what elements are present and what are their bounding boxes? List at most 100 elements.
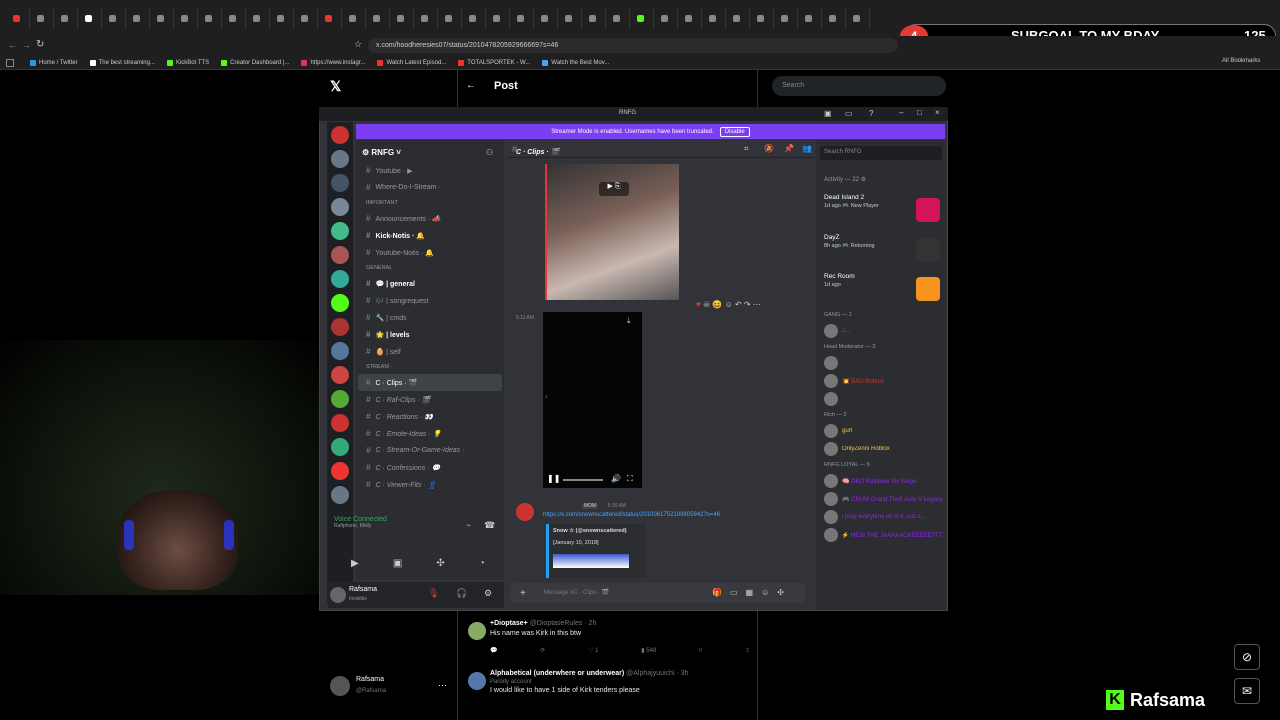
skull-reaction-icon[interactable]: ☠ xyxy=(703,300,710,309)
back-arrow-icon[interactable]: ← xyxy=(8,40,17,50)
member-item[interactable]: Z... xyxy=(824,322,944,340)
server-icon[interactable] xyxy=(331,246,349,264)
channel-item[interactable]: # 💬 | general xyxy=(358,275,502,292)
server-icon[interactable] xyxy=(331,294,349,312)
reply-tweet[interactable]: +Dioptase+ @DioptaseRules · 2h His name … xyxy=(458,620,756,640)
browser-tab[interactable] xyxy=(342,7,366,29)
browser-tab[interactable] xyxy=(222,7,246,29)
server-icon[interactable] xyxy=(331,126,349,144)
server-icon[interactable] xyxy=(331,366,349,384)
screen-share-icon[interactable]: ▣ xyxy=(393,558,402,569)
laugh-reaction-icon[interactable]: 😆 xyxy=(712,300,722,309)
browser-tab[interactable] xyxy=(150,7,174,29)
server-icon[interactable] xyxy=(331,174,349,192)
volume-icon[interactable]: 🔊 xyxy=(611,474,621,483)
server-icon[interactable] xyxy=(331,342,349,360)
maximize-icon[interactable]: □ xyxy=(917,108,922,117)
reply-icon[interactable]: ↶ xyxy=(735,300,742,309)
channel-category[interactable]: GENERAL · xyxy=(358,261,502,275)
server-icon[interactable] xyxy=(331,150,349,168)
channel-item[interactable]: # Kick-Notis · 🔔 xyxy=(358,227,502,244)
browser-tab[interactable] xyxy=(102,7,126,29)
browser-tab[interactable] xyxy=(510,7,534,29)
browser-tab[interactable] xyxy=(390,7,414,29)
member-item[interactable]: ⚡ HESI THE JAAAAACKEEEEETTTT xyxy=(824,526,944,544)
link-embed[interactable]: Snow ☆ (@snownscattered) [January 10, 20… xyxy=(546,524,646,578)
gif-icon[interactable]: ▭ xyxy=(730,588,738,597)
browser-tab[interactable] xyxy=(270,7,294,29)
browser-tab[interactable] xyxy=(558,7,582,29)
server-icon[interactable] xyxy=(331,486,349,504)
discord-search-input[interactable]: Search RNFG xyxy=(820,146,942,160)
avatar[interactable] xyxy=(330,676,350,696)
heart-reaction-icon[interactable]: ♥ xyxy=(696,300,701,309)
browser-tab[interactable] xyxy=(174,7,198,29)
bookmark-item[interactable]: Creator Dashboard |... xyxy=(221,59,289,66)
apps-grid-icon[interactable] xyxy=(6,59,14,67)
bookmark-item[interactable]: The best streaming... xyxy=(89,59,155,66)
views-icon[interactable]: ▮ 548 xyxy=(641,647,656,654)
browser-tab[interactable] xyxy=(366,7,390,29)
activities-icon[interactable]: ✣ xyxy=(436,558,444,569)
retweet-icon[interactable]: ⟳ xyxy=(540,647,545,654)
download-icon[interactable]: ⤓ xyxy=(627,316,631,326)
channel-item[interactable]: # 🌟 | levels xyxy=(358,326,502,343)
server-icon[interactable] xyxy=(331,462,349,480)
bookmark-item[interactable]: KickBot TTS xyxy=(166,59,209,66)
browser-tab[interactable] xyxy=(30,7,54,29)
server-icon[interactable] xyxy=(331,390,349,408)
soundboard-icon[interactable]: ◔ xyxy=(479,558,485,569)
avatar[interactable] xyxy=(468,672,486,690)
server-icon[interactable] xyxy=(331,222,349,240)
gif-play-icon[interactable]: ▶ ⎘ xyxy=(599,182,629,196)
channel-item[interactable]: # C · Reactions · 👀 xyxy=(358,408,502,425)
member-item[interactable]: 💥 BAU Roblox xyxy=(824,372,944,390)
browser-tab[interactable] xyxy=(414,7,438,29)
browser-tab[interactable] xyxy=(774,7,798,29)
channel-item[interactable]: # C · Raf-Clips · 🎬 xyxy=(358,391,502,408)
activity-card[interactable]: DayZ 8h ago 🎮 Returning xyxy=(824,234,942,270)
channel-item[interactable]: # Where-Do-I-Stream · xyxy=(358,179,502,196)
bookmark-item[interactable]: Watch the Best Mov... xyxy=(542,59,609,66)
disable-streamer-mode-button[interactable]: Disable xyxy=(719,126,750,137)
channel-item[interactable]: # C · Confessions · 💬 xyxy=(358,459,502,476)
browser-tab[interactable] xyxy=(606,7,630,29)
channel-item[interactable]: # Youtube-Notis · 🔔 xyxy=(358,244,502,261)
server-icon[interactable] xyxy=(331,414,349,432)
pin-icon[interactable]: 📌 xyxy=(784,144,794,153)
deafen-icon[interactable]: 🎧 xyxy=(456,588,467,599)
member-item[interactable]: 🎮 CRUM Grand Theft Auto V Legacy xyxy=(824,490,944,508)
add-reaction-icon[interactable]: ☺ xyxy=(725,300,733,309)
avatar[interactable] xyxy=(468,622,486,640)
browser-tab[interactable] xyxy=(534,7,558,29)
account-menu-icon[interactable]: ⋯ xyxy=(438,680,447,691)
server-icon[interactable] xyxy=(331,318,349,336)
server-name[interactable]: ⚙ RNFG ˅ xyxy=(362,148,401,157)
video-attachment[interactable]: ⤓ ♪ ❚❚ 🔊 ⛶ xyxy=(543,312,642,488)
help-icon[interactable]: ? xyxy=(869,109,873,118)
monitor-icon[interactable]: ▭ xyxy=(845,109,853,118)
notification-bell-icon[interactable]: 🔕 xyxy=(764,144,774,153)
bookmark-star-icon[interactable]: ☆ xyxy=(354,39,362,50)
channel-item[interactable]: # 🥚 | self xyxy=(358,343,502,360)
server-icon[interactable] xyxy=(331,438,349,456)
back-arrow-icon[interactable]: ← xyxy=(466,80,476,91)
browser-tab[interactable] xyxy=(246,7,270,29)
bookmark-item[interactable]: TOTALSPORTEK - W... xyxy=(458,59,530,66)
reply-icon[interactable]: 💬 xyxy=(490,647,497,654)
browser-tab[interactable] xyxy=(438,7,462,29)
channel-item[interactable]: # 🎶 | songrequest xyxy=(358,292,502,309)
close-icon[interactable]: × xyxy=(935,108,940,117)
message-image-attachment[interactable]: ▶ ⎘ xyxy=(545,164,679,300)
reply-tweet[interactable]: Alphabetical (underwhere or underwear) @… xyxy=(458,670,756,694)
address-bar[interactable]: x.com/hoodheresies07/status/201047820592… xyxy=(368,38,898,53)
browser-tab[interactable] xyxy=(198,7,222,29)
channel-item[interactable]: # C · Emote-Ideas · 💡 xyxy=(358,425,502,442)
browser-tab[interactable] xyxy=(462,7,486,29)
browser-tab[interactable] xyxy=(750,7,774,29)
video-progress-bar[interactable] xyxy=(563,479,603,481)
avatar[interactable] xyxy=(330,587,346,603)
share-icon[interactable]: ⇪ xyxy=(745,647,750,654)
activity-card[interactable]: Rec Room 1d ago xyxy=(824,273,942,309)
channel-item[interactable]: # C · Clips · 🎬 xyxy=(358,374,502,391)
